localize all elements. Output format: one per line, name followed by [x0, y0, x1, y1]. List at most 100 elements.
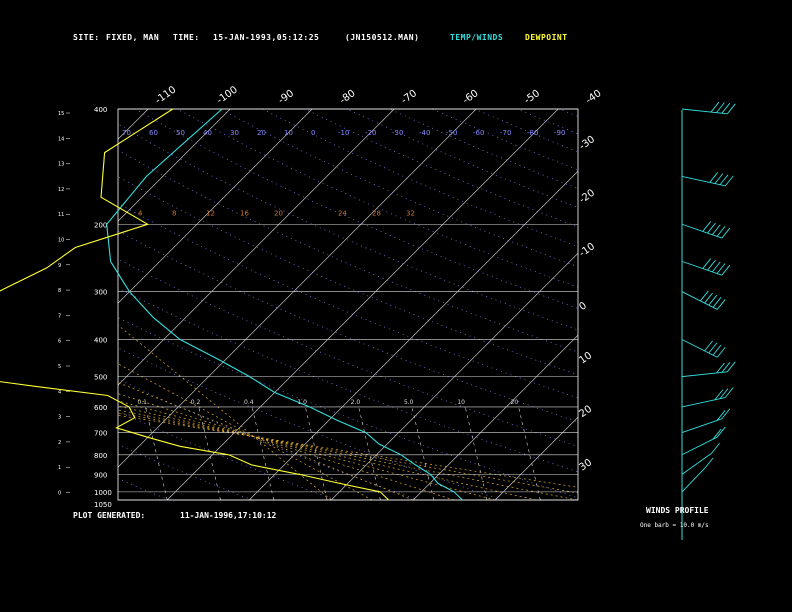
wet-adiabat-label: 16: [240, 210, 249, 218]
wind-barb-shaft: [681, 223, 722, 239]
pressure-tick-label: 800: [94, 452, 107, 460]
dry-adiabat-label: 60: [149, 129, 158, 137]
dry-adiabat: [346, 109, 578, 208]
dry-adiabat: [118, 347, 502, 500]
right-temp-label: -10: [577, 241, 597, 259]
mixing-ratio-line: [518, 406, 541, 500]
height-tick-label: 3: [58, 415, 61, 421]
dry-adiabat-label: 30: [230, 129, 239, 137]
isotherm-line: [412, 334, 578, 500]
wet-adiabat: [118, 382, 414, 500]
dry-adiabat: [559, 109, 578, 117]
height-tick-label: 6: [58, 339, 61, 345]
dry-adiabat: [304, 109, 578, 228]
mixing-ratio-label: 10: [457, 399, 465, 406]
winds-profile-title: WINDS PROFILE: [646, 506, 709, 515]
wind-barb-flag: [724, 387, 734, 398]
dry-adiabat-label: -10: [338, 129, 349, 137]
top-temp-label: -110: [153, 84, 178, 106]
height-tick-label: 8: [58, 288, 61, 294]
dry-adiabat: [134, 109, 578, 309]
wet-adiabat-label: 12: [206, 210, 215, 218]
wind-barb-shaft: [681, 418, 722, 434]
wind-barb-shaft: [681, 397, 726, 408]
pressure-tick-label: 400: [94, 106, 107, 114]
right-temp-label: 20: [577, 404, 594, 420]
isotherm-line: [118, 109, 149, 140]
right-temp-label: 30: [577, 457, 594, 473]
mixing-ratio-line: [305, 406, 328, 500]
isotherm-line: [118, 109, 477, 468]
dry-adiabat: [431, 109, 578, 171]
height-tick-label: 15: [58, 111, 64, 117]
wind-barb-shaft: [681, 371, 728, 378]
top-temp-label: -80: [338, 88, 358, 106]
mixing-ratio-label: 20: [511, 399, 519, 406]
wind-barb-shaft: [681, 108, 728, 115]
winds-profile-note: One barb = 10.0 m/s: [640, 522, 709, 529]
dry-adiabat: [118, 378, 419, 500]
wet-adiabat: [118, 363, 373, 500]
dry-adiabat: [644, 109, 792, 500]
pressure-tick-label: 700: [94, 430, 107, 438]
mixing-ratio-label: 0.1: [137, 399, 147, 406]
dry-adiabat: [118, 123, 578, 331]
right-temp-label: -30: [577, 134, 597, 152]
right-temp-label: 10: [577, 350, 594, 366]
dry-adiabat: [0, 109, 3, 500]
wet-adiabat: [118, 393, 455, 500]
height-tick-label: 10: [58, 238, 64, 244]
mixing-ratio-label: 0.2: [191, 399, 201, 406]
dry-adiabat-label: -20: [365, 129, 376, 137]
dry-adiabat-label: -50: [446, 129, 457, 137]
dry-adiabat: [118, 443, 253, 500]
isotherm-line: [330, 252, 578, 500]
wind-barb-flag: [704, 457, 714, 469]
wind-barb-shaft: [681, 260, 722, 276]
wind-barb-shaft: [681, 452, 712, 475]
wind-barb-flag: [721, 362, 731, 373]
pressure-tick-label: 900: [94, 471, 107, 479]
dry-adiabat-label: -90: [554, 129, 565, 137]
dry-adiabat-label: 40: [203, 129, 212, 137]
wet-adiabat-label: 24: [338, 210, 347, 218]
wet-adiabat-label: 8: [172, 210, 176, 218]
plot-frame: [117, 108, 579, 501]
wet-adiabat-label: 4: [138, 210, 143, 218]
dry-adiabat: [687, 109, 792, 500]
temperature-profile-line: [106, 108, 463, 501]
height-tick-label: 11: [58, 212, 64, 218]
pressure-tick-label: 500: [94, 374, 107, 382]
dry-adiabat: [118, 317, 578, 499]
dry-adiabat-label: -40: [419, 129, 430, 137]
dry-adiabat: [474, 109, 578, 153]
isotherm-line: [576, 498, 578, 500]
mixing-ratio-label: 0.4: [244, 399, 254, 406]
isotherm-line: [118, 109, 395, 386]
right-temp-label: 0: [577, 300, 589, 313]
wind-barb-flag: [716, 362, 725, 374]
pressure-tick-label: 300: [94, 289, 107, 297]
height-tick-label: 2: [58, 440, 61, 446]
dry-adiabat: [516, 109, 578, 135]
pressure-tick-label: 1050: [94, 501, 112, 509]
mixing-ratio-label: 2.0: [351, 399, 361, 406]
top-temp-label: -60: [461, 88, 481, 106]
wet-adiabat: [118, 412, 578, 494]
isotherm-line: [118, 109, 231, 222]
dry-adiabat: [118, 203, 578, 399]
pressure-tick-label: 1000: [94, 489, 112, 497]
isotherm-line: [494, 416, 578, 500]
dry-adiabat-label: -60: [473, 129, 484, 137]
top-temp-label: -70: [399, 88, 419, 106]
dry-adiabat: [602, 109, 792, 500]
top-temp-label: -90: [276, 88, 296, 106]
top-temp-label: -40: [584, 88, 604, 106]
height-tick-label: 4: [58, 389, 61, 395]
plot-generated-value: 11-JAN-1996,17:10:12: [180, 511, 277, 520]
plot-area: 0.1 0.2 0.4 1.0 2.0 5.0 10 2070 60 50 40 30 20 10 0 -10…: [0, 109, 792, 500]
plot-generated-label: PLOT GENERATED:: [73, 511, 146, 520]
height-tick-label: 1: [58, 465, 61, 471]
wet-adiabat: [118, 405, 537, 500]
wind-barb-flag: [719, 388, 729, 399]
